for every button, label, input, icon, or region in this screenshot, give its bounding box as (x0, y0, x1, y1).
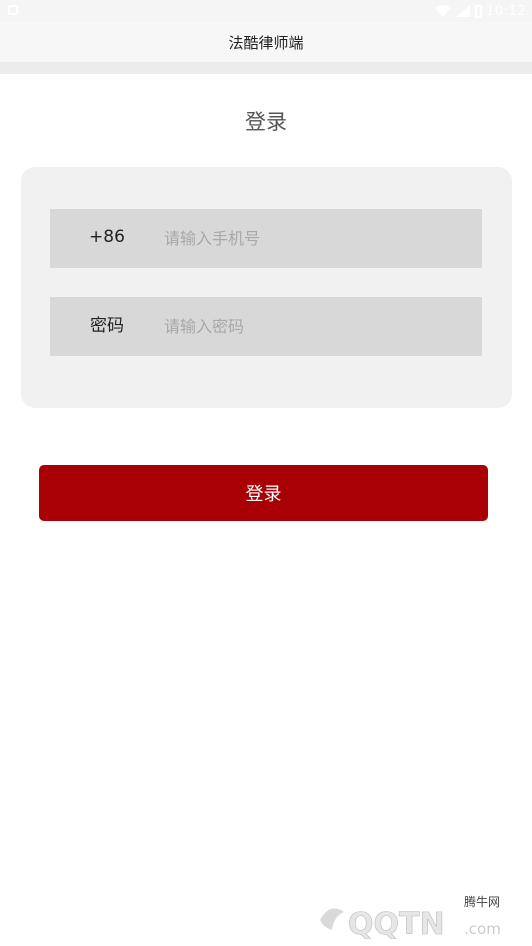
login-screen: 10:12 法酷律师端 登录 +86 密码 登录 腾牛网 QQTN .com (0, 0, 532, 946)
status-bar: 10:12 (0, 0, 532, 22)
password-label: 密码 (90, 316, 124, 336)
phone-input[interactable] (164, 209, 474, 268)
watermark-logo: 腾牛网 QQTN .com (314, 890, 524, 940)
notification-icon (8, 5, 18, 15)
svg-text:.com: .com (464, 920, 501, 938)
svg-text:QQTN: QQTN (348, 907, 445, 940)
password-input[interactable] (164, 297, 474, 356)
svg-text:腾牛网: 腾牛网 (464, 894, 500, 909)
header-divider (0, 62, 532, 74)
app-title: 法酷律师端 (228, 33, 304, 52)
qqtn-logo-icon: 腾牛网 QQTN .com (320, 894, 501, 940)
status-indicators: 10:12 (435, 2, 526, 20)
password-field-row: 密码 (50, 297, 482, 356)
battery-icon (475, 4, 483, 18)
login-form-card: +86 密码 (21, 167, 512, 408)
page-title: 登录 (245, 110, 287, 134)
wifi-icon (435, 5, 451, 17)
app-header: 法酷律师端 (0, 22, 532, 62)
signal-icon (456, 5, 471, 17)
phone-field-row: +86 (50, 209, 482, 268)
country-code-label: +86 (89, 227, 125, 247)
login-button[interactable]: 登录 (39, 465, 488, 521)
status-time: 10:12 (486, 3, 526, 19)
